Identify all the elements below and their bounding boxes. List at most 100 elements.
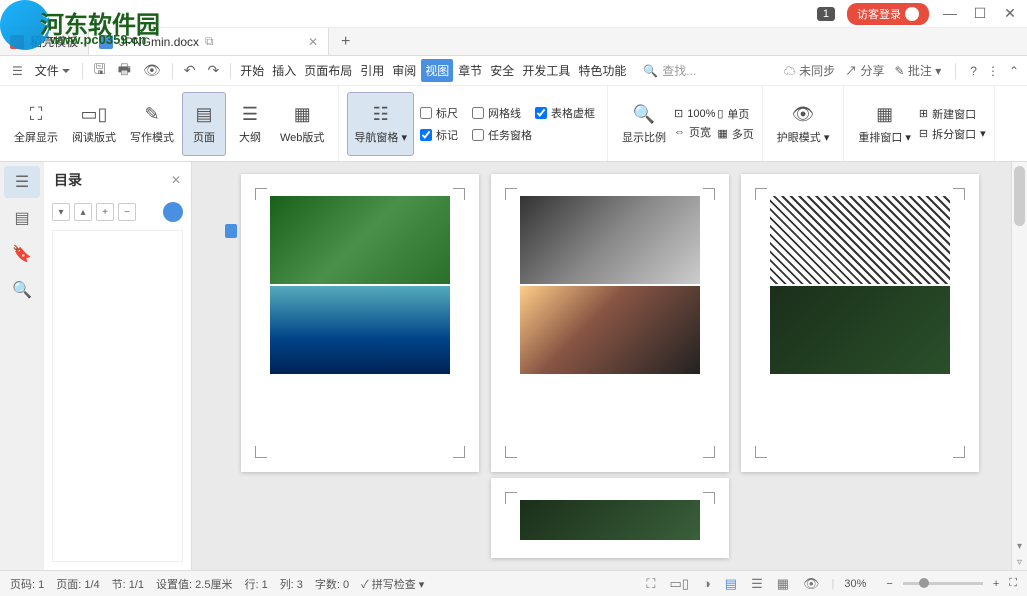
tab-close-icon[interactable]: ✕ <box>308 35 318 49</box>
print-icon[interactable]: 🖶 <box>113 59 136 83</box>
outline-panel: 目录 ✕ ▾ ▴ + − <box>44 162 192 570</box>
outline-remove-icon[interactable]: − <box>118 203 136 221</box>
sidebar-pages[interactable]: ▤ <box>4 202 40 234</box>
menu-sections[interactable]: 章节 <box>455 62 485 79</box>
ai-assistant-icon[interactable] <box>163 202 183 222</box>
page-indicator-icon <box>225 224 237 238</box>
minimize-button[interactable]: — <box>941 5 959 22</box>
split-window-button[interactable]: ⊟ 拆分窗口 ▾ <box>919 126 986 142</box>
status-col[interactable]: 列: 3 <box>280 576 303 592</box>
view-reading-icon[interactable]: ▭▯ <box>667 576 690 592</box>
multi-page-button[interactable]: ▦ 多页 <box>717 126 753 142</box>
tab-template[interactable]: 稻壳模板 <box>0 28 89 55</box>
file-label: 文件 <box>35 62 59 79</box>
menu-insert[interactable]: 插入 <box>269 62 299 79</box>
status-section[interactable]: 节: 1/1 <box>112 576 144 592</box>
view-outline-icon[interactable]: ☰ <box>749 576 765 592</box>
zoom-button[interactable]: 🔍 显示比例 <box>616 92 672 156</box>
page-3[interactable] <box>741 174 979 472</box>
outline-view-button[interactable]: ☰ 大纲 <box>228 92 272 156</box>
fit-button[interactable]: ⛶ <box>1009 577 1017 590</box>
menu-start[interactable]: 开始 <box>237 62 267 79</box>
menu-security[interactable]: 安全 <box>487 62 517 79</box>
nav-pane-button[interactable]: ☷ 导航窗格 ▾ <box>347 92 414 156</box>
view-eye-icon[interactable]: 👁 <box>801 576 822 592</box>
restore-icon[interactable]: ⧉ <box>205 34 214 49</box>
sidebar-search[interactable]: 🔍 <box>4 274 40 306</box>
view-fullscreen-icon[interactable]: ⛶ <box>644 576 657 592</box>
tab-label: 稻壳模板 <box>30 33 78 50</box>
maximize-button[interactable]: ☐ <box>971 5 989 22</box>
page-4[interactable] <box>491 478 729 558</box>
single-page-button[interactable]: ▯ 单页 <box>717 106 753 122</box>
outline-expand-icon[interactable]: ▾ <box>52 203 70 221</box>
markup-checkbox[interactable]: 标记 <box>420 127 458 143</box>
image-placeholder <box>270 286 450 374</box>
save-icon[interactable]: 🖫 <box>89 59 111 83</box>
outline-collapse-icon[interactable]: ▴ <box>74 203 92 221</box>
view-page-icon[interactable]: ▤ <box>723 576 739 592</box>
login-button[interactable]: 访客登录 <box>847 3 929 25</box>
page-2[interactable] <box>491 174 729 472</box>
zoom-icon: 🔍 <box>632 103 656 127</box>
status-spellcheck[interactable]: ✓ 拼写检查 ▾ <box>361 576 424 592</box>
annotate-button[interactable]: ✎ 批注 ▾ <box>894 62 941 79</box>
new-window-button[interactable]: ⊞ 新建窗口 <box>919 106 986 122</box>
view-focus-icon[interactable]: ◑ <box>701 576 713 591</box>
menu-references[interactable]: 引用 <box>357 62 387 79</box>
zoom-out-button[interactable]: − <box>886 578 892 590</box>
collapse-ribbon-icon[interactable]: ⌃ <box>1009 64 1019 78</box>
zoom-in-button[interactable]: + <box>993 578 999 590</box>
web-view-button[interactable]: ▦ Web版式 <box>274 92 330 156</box>
menu-review[interactable]: 审阅 <box>389 62 419 79</box>
page-view-button[interactable]: ▤ 页面 <box>182 92 226 156</box>
search-box[interactable]: 🔍 查找... <box>643 62 696 79</box>
ruler-checkbox[interactable]: 标尺 <box>420 105 458 121</box>
scroll-extra-icon[interactable]: ▿ <box>1012 557 1027 568</box>
file-menu[interactable]: 文件 <box>29 62 76 79</box>
status-pages[interactable]: 页面: 1/4 <box>56 576 99 592</box>
document-area[interactable]: ▾ ▿ <box>192 162 1027 570</box>
vertical-scrollbar[interactable]: ▾ ▿ <box>1011 162 1027 570</box>
zoom-value[interactable]: 30% <box>844 578 866 590</box>
undo-icon[interactable]: ↶ <box>179 62 201 79</box>
sidebar-bookmark[interactable]: 🔖 <box>4 238 40 270</box>
redo-icon[interactable]: ↷ <box>202 62 224 79</box>
rearrange-window-button[interactable]: ▦ 重排窗口 ▾ <box>852 92 917 156</box>
sync-button[interactable]: ☁ 未同步 <box>784 62 835 79</box>
table-grid-checkbox[interactable]: 表格虚框 <box>535 105 595 121</box>
share-button[interactable]: ↗ 分享 <box>845 62 884 79</box>
preview-icon[interactable]: 👁 <box>138 62 166 79</box>
status-chars[interactable]: 字数: 0 <box>315 576 349 592</box>
tab-document[interactable]: JPNGmin.docx ⧉ ✕ <box>89 28 329 55</box>
fullscreen-button[interactable]: ⛶ 全屏显示 <box>8 92 64 156</box>
hamburger-icon[interactable]: ☰ <box>8 64 27 78</box>
gridlines-checkbox[interactable]: 网格线 <box>472 105 521 121</box>
menu-page-layout[interactable]: 页面布局 <box>301 62 355 79</box>
menu-dev-tools[interactable]: 开发工具 <box>519 62 573 79</box>
scroll-down-icon[interactable]: ▾ <box>1012 541 1027 552</box>
status-page-no[interactable]: 页码: 1 <box>10 576 44 592</box>
page-width-button[interactable]: ⇔ 页宽 <box>674 124 715 140</box>
sidebar-outline[interactable]: ☰ <box>4 166 40 198</box>
add-tab-button[interactable]: + <box>329 28 362 55</box>
menu-features[interactable]: 特色功能 <box>575 62 629 79</box>
outline-close-icon[interactable]: ✕ <box>171 173 181 187</box>
eye-mode-button[interactable]: 👁 护眼模式 ▾ <box>771 92 836 156</box>
close-button[interactable]: ✕ <box>1001 5 1019 22</box>
reading-view-button[interactable]: ▭▯ 阅读版式 <box>66 92 122 156</box>
scrollbar-thumb[interactable] <box>1014 166 1025 226</box>
outline-add-icon[interactable]: + <box>96 203 114 221</box>
task-pane-checkbox[interactable]: 任务窗格 <box>472 127 532 143</box>
page-1[interactable] <box>241 174 479 472</box>
menu-view[interactable]: 视图 <box>421 59 453 82</box>
zoom-slider[interactable] <box>903 582 983 585</box>
status-row[interactable]: 行: 1 <box>244 576 267 592</box>
nav-icon: ☷ <box>369 103 393 127</box>
more-icon[interactable]: ⋮ <box>987 64 999 78</box>
writing-mode-button[interactable]: ✎ 写作模式 <box>124 92 180 156</box>
view-web-icon[interactable]: ▦ <box>775 576 791 592</box>
status-setting[interactable]: 设置值: 2.5厘米 <box>156 576 232 592</box>
help-icon[interactable]: ? <box>970 64 977 78</box>
zoom-100-button[interactable]: ⊡ 100% <box>674 107 715 120</box>
